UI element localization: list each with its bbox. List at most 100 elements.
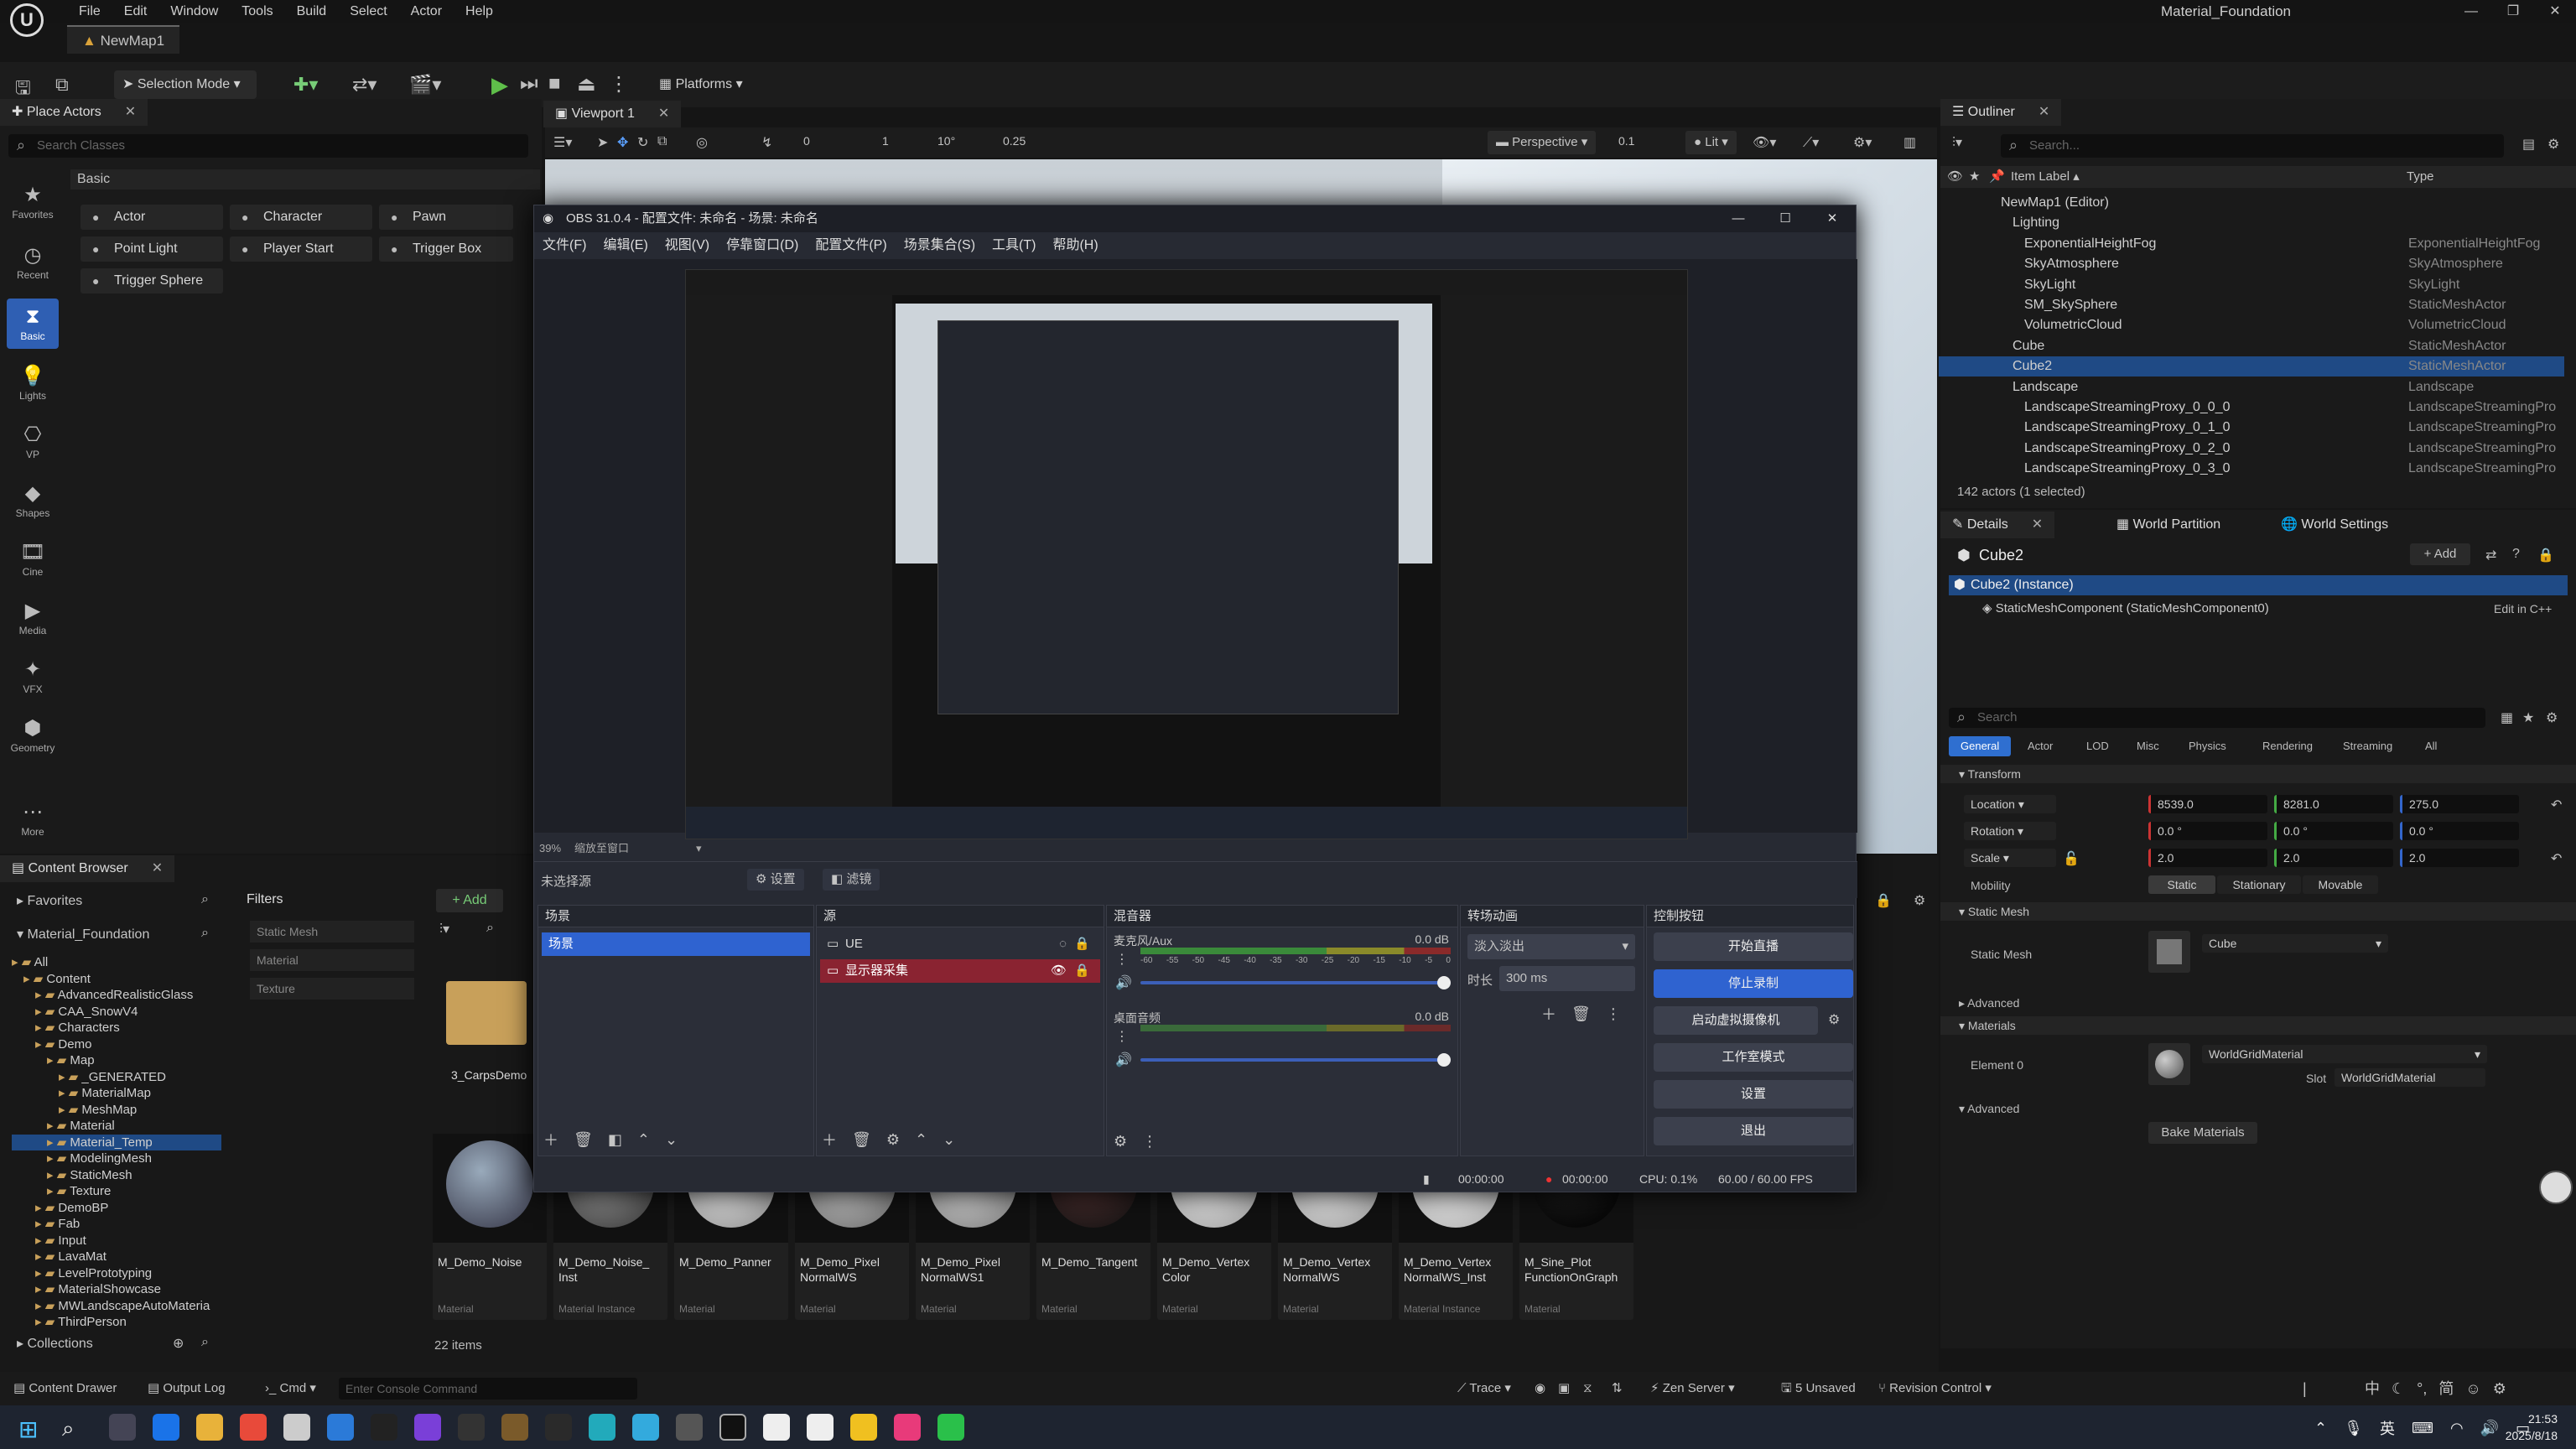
filter-streaming[interactable]: Streaming	[2331, 736, 2404, 756]
source-settings-button[interactable]: ⚙ 设置	[747, 869, 804, 891]
outliner-row[interactable]: Lighting	[1939, 213, 2564, 233]
lock-icon[interactable]: 🔒	[2537, 547, 2554, 564]
folder-tree-item[interactable]: ▸ ▰ LevelPrototyping	[12, 1265, 221, 1282]
settings-icon[interactable]: ⚙	[1914, 892, 1925, 909]
lock-icon[interactable]: 🔒	[1074, 959, 1090, 983]
folder-tree-item[interactable]: ▸ ▰ Texture	[12, 1183, 221, 1200]
rotation-dropdown[interactable]: Rotation ▾	[1964, 822, 2056, 840]
menu-tools[interactable]: Tools	[230, 0, 284, 23]
folder-tree-item[interactable]: ▸ ▰ Material	[12, 1118, 221, 1135]
category-lights[interactable]: 💡 Lights	[7, 364, 59, 402]
restore-icon[interactable]: ❐	[2492, 0, 2534, 23]
file-explorer-icon[interactable]	[196, 1414, 223, 1441]
category-vp[interactable]: ⎔ VP	[7, 423, 59, 460]
col-item-label[interactable]: Item Label ▴	[2011, 166, 2080, 188]
unreal-icon[interactable]	[807, 1414, 834, 1441]
outliner-row[interactable]: SkyLight SkyLight	[1939, 275, 2564, 295]
scale-snap[interactable]: 0.25	[1003, 134, 1026, 148]
filter-lod[interactable]: LOD	[2075, 736, 2121, 756]
stop-recording-button[interactable]: 停止录制	[1654, 969, 1853, 998]
collections-section[interactable]: ▸ Collections	[17, 1335, 93, 1352]
material-picker[interactable]: WorldGridMaterial ▾	[2202, 1045, 2487, 1063]
hourglass-icon[interactable]: ⧖	[1583, 1372, 1592, 1405]
search-icon[interactable]: ⌕	[201, 1335, 209, 1350]
add-icon[interactable]: ＋	[822, 1129, 837, 1150]
blueprint-icon[interactable]: ⇄▾	[352, 74, 377, 96]
content-drawer-button[interactable]: ▤ Content Drawer	[13, 1372, 117, 1405]
app-icon[interactable]	[632, 1414, 659, 1441]
cinematics-icon[interactable]: 🎬▾	[409, 74, 441, 96]
favorites-section[interactable]: ▸ Favorites	[17, 892, 82, 909]
record-icon[interactable]: ◉	[1535, 1372, 1545, 1405]
search-icon[interactable]: ⌕	[201, 892, 209, 907]
desktop-volume-slider[interactable]	[1140, 1053, 1451, 1067]
scale-y[interactable]: 2.0	[2274, 849, 2393, 867]
help-icon[interactable]: ?	[2512, 547, 2520, 562]
trigger-box-item[interactable]: Trigger Box	[379, 236, 513, 262]
tab-newmap1[interactable]: ▲ NewMap1	[67, 25, 180, 54]
location-z[interactable]: 275.0	[2400, 795, 2519, 813]
edge-icon[interactable]	[153, 1414, 179, 1441]
move-tool-icon[interactable]: ✥	[617, 134, 628, 151]
category-more[interactable]: ⋯ More	[7, 800, 59, 838]
realtime-icon[interactable]: ⟋▾	[1803, 134, 1819, 151]
mic-volume-slider[interactable]	[1140, 976, 1451, 989]
trace-dropdown[interactable]: ⟋ Trace ▾	[1457, 1372, 1511, 1405]
source-display-capture[interactable]: ▭ 显示器采集 👁 🔒	[820, 959, 1100, 983]
folder-tree-item[interactable]: ▸ ▰ AdvancedRealisticGlass	[12, 987, 221, 1004]
scale-z[interactable]: 2.0	[2400, 849, 2519, 867]
category-geometry[interactable]: ⬢ Geometry	[7, 716, 59, 754]
folder-tree-item[interactable]: ▸ ▰ StaticMesh	[12, 1167, 221, 1184]
visual-studio-icon[interactable]	[414, 1414, 441, 1441]
outliner-row[interactable]: SkyAtmosphere SkyAtmosphere	[1939, 254, 2564, 274]
menu-help[interactable]: Help	[454, 0, 505, 23]
category-cine[interactable]: 🎞 Cine	[7, 540, 59, 578]
filter-misc[interactable]: Misc	[2125, 736, 2171, 756]
menu-window[interactable]: Window	[158, 0, 230, 23]
surface-snap-icon[interactable]: ↯	[761, 134, 772, 151]
speaker-icon[interactable]: 🔊	[2480, 1420, 2499, 1437]
unsaved-button[interactable]: 🖫 5 Unsaved	[1781, 1372, 1856, 1405]
folder-tree-item[interactable]: ▸ ▰ Content	[12, 971, 221, 988]
tab-world-partition[interactable]: ▦ World Partition	[2105, 512, 2232, 538]
obs-menu-help[interactable]: 帮助(H)	[1044, 232, 1106, 259]
obs-icon[interactable]	[719, 1414, 746, 1441]
keyboard-icon[interactable]: ⌨	[2412, 1420, 2433, 1437]
folder-tree-item[interactable]: ▸ ▰ Material_Temp	[12, 1134, 221, 1150]
section-advanced-2[interactable]: ▾ Advanced	[1940, 1102, 2019, 1116]
add-folder-icon[interactable]: ▤	[2522, 136, 2535, 153]
app-icon[interactable]	[763, 1414, 790, 1441]
selection-mode-dropdown[interactable]: ➤ Selection Mode ▾	[114, 70, 257, 99]
app-icon[interactable]	[458, 1414, 485, 1441]
edit-in-cpp-link[interactable]: Edit in C++	[2494, 602, 2552, 615]
section-materials[interactable]: ▾ Materials	[1940, 1016, 2576, 1035]
search-classes-input[interactable]: Search Classes	[8, 133, 528, 158]
filter-static-mesh[interactable]: Static Mesh	[250, 921, 414, 943]
source-ue[interactable]: ▭ UE ◌ 🔒	[820, 932, 1100, 956]
more-icon[interactable]: ⋮	[609, 72, 629, 96]
folder-tree-item[interactable]: ▸ ▰ Fab	[12, 1216, 221, 1233]
filter-icon[interactable]: ⫶▾	[439, 921, 449, 937]
static-mesh-component-row[interactable]: ◈ StaticMeshComponent (StaticMeshCompone…	[1982, 600, 2269, 615]
scale-dropdown[interactable]: Scale ▾	[1964, 849, 2056, 867]
component-instance-row[interactable]: ⬢ Cube2 (Instance)	[1949, 575, 2568, 595]
folder-tree-item[interactable]: ▸ ▰ _GENERATED	[12, 1069, 221, 1086]
menu-select[interactable]: Select	[338, 0, 398, 23]
outliner-row[interactable]: Cube StaticMeshActor	[1939, 336, 2564, 356]
rotate-tool-icon[interactable]: ↻	[637, 134, 648, 151]
filter-texture[interactable]: Texture	[250, 978, 414, 1000]
cmd-dropdown[interactable]: ›_ Cmd ▾	[265, 1372, 316, 1405]
eye-icon[interactable]: 👁	[1051, 959, 1067, 983]
lock-icon[interactable]: 🔒	[1074, 932, 1090, 956]
viewport-menu-icon[interactable]: ☰▾	[553, 134, 572, 151]
app-icon[interactable]	[676, 1414, 703, 1441]
app-icon[interactable]	[850, 1414, 877, 1441]
preview-zoom[interactable]: 39% 缩放至窗口 ▾	[539, 839, 702, 855]
folder-tree-item[interactable]: ▸ ▰ DemoBP	[12, 1200, 221, 1217]
folder-tree-item[interactable]: ▸ ▰ All	[12, 954, 221, 971]
eject-icon[interactable]: ⏏	[577, 72, 596, 96]
rotation-x[interactable]: 0.0 °	[2148, 822, 2267, 840]
reset-icon[interactable]: ↶	[2551, 797, 2562, 813]
app-icon[interactable]	[589, 1414, 615, 1441]
filter-physics[interactable]: Physics	[2177, 736, 2238, 756]
